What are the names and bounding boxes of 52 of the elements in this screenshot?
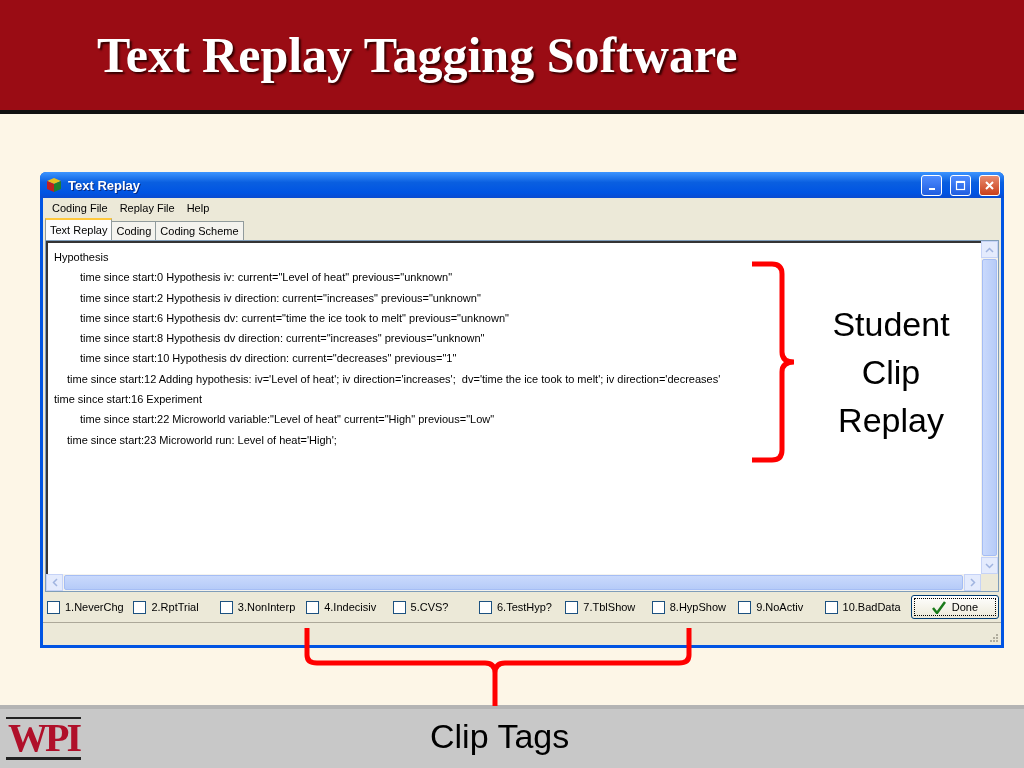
checkbox[interactable]: [565, 600, 579, 614]
checkbox-label[interactable]: 4.Indecisiv: [324, 601, 377, 613]
slide-title: Text Replay Tagging Software: [97, 26, 738, 84]
log-line: time since start:8 Hypothesis dv direction: current="increases" previous="unknown": [80, 332, 485, 345]
checkbox[interactable]: [651, 600, 665, 614]
checkbox[interactable]: [738, 600, 752, 614]
log-line: time since start:16 Experiment: [54, 393, 202, 406]
checkbox[interactable]: [47, 600, 60, 614]
window-title: Text Replay: [68, 177, 141, 193]
log-line: time since start:23 Microworld run: Level of heat='High';: [67, 433, 337, 446]
close-icon: [984, 179, 995, 191]
annotation-label: Student Clip Replay: [831, 304, 951, 441]
close-button[interactable]: [979, 174, 1000, 196]
log-line: time since start:22 Microworld variable:"Level of heat" current="High" previous="Low": [80, 413, 495, 426]
menu-item[interactable]: Help: [181, 200, 215, 216]
check-icon: [931, 600, 946, 614]
maximize-button[interactable]: [950, 174, 971, 196]
checkbox-label[interactable]: 3.NonInterp: [237, 601, 296, 613]
checkbox[interactable]: [306, 600, 320, 614]
minimize-icon: [928, 187, 935, 190]
checkbox-label[interactable]: 5.CVS?: [410, 601, 449, 613]
log-line: Hypothesis: [54, 251, 109, 263]
done-button[interactable]: Done: [910, 595, 999, 619]
checkbox-label[interactable]: 7.TblShow: [583, 601, 636, 613]
app-icon: [46, 177, 62, 193]
tab[interactable]: Coding Scheme: [155, 221, 244, 240]
checkbox-label[interactable]: 8.HypShow: [669, 601, 726, 613]
scrollbar-corner: [981, 574, 998, 591]
minimize-button[interactable]: [921, 174, 942, 196]
menu-item[interactable]: Replay File: [114, 200, 180, 216]
checkbox[interactable]: [824, 600, 838, 614]
checkbox[interactable]: [478, 600, 492, 614]
checkbox[interactable]: [392, 600, 406, 614]
log-line: time since start:0 Hypothesis iv: current="Level of heat" previous="unknown": [80, 271, 453, 284]
checkbox-label[interactable]: 1.NeverChg: [65, 601, 124, 613]
checkbox[interactable]: [219, 600, 233, 614]
log-line: time since start:10 Hypothesis dv direction: current="decreases" previous="1": [80, 352, 457, 365]
checkbox-label[interactable]: 6.TestHyp?: [496, 601, 552, 613]
checkbox-label[interactable]: 2.RptTrial: [151, 601, 199, 613]
logo: WPI: [6, 717, 81, 760]
tab[interactable]: Text Replay: [45, 218, 113, 240]
log-line: time since start:6 Hypothesis dv: current="time the ice took to melt" previous="unknown": [80, 311, 509, 324]
checkbox[interactable]: [133, 600, 147, 614]
maximize-icon: [955, 179, 966, 191]
tab[interactable]: Coding: [111, 221, 157, 240]
menu-item[interactable]: Coding File: [47, 200, 113, 216]
log-line: time since start:12 Adding hypothesis: iv='Level of heat'; iv direction='increases'; dv='time the ice took to melt'; iv direction='decreases': [67, 372, 721, 385]
annotation-label: Clip Tags: [430, 717, 570, 756]
log-line: time since start:2 Hypothesis iv direction: current="increases" previous="unknown": [80, 291, 481, 304]
checkbox-label[interactable]: 9.NoActiv: [756, 601, 804, 613]
checkbox-label[interactable]: 10.BadData: [842, 601, 901, 613]
resize-grip-icon[interactable]: [989, 633, 999, 643]
